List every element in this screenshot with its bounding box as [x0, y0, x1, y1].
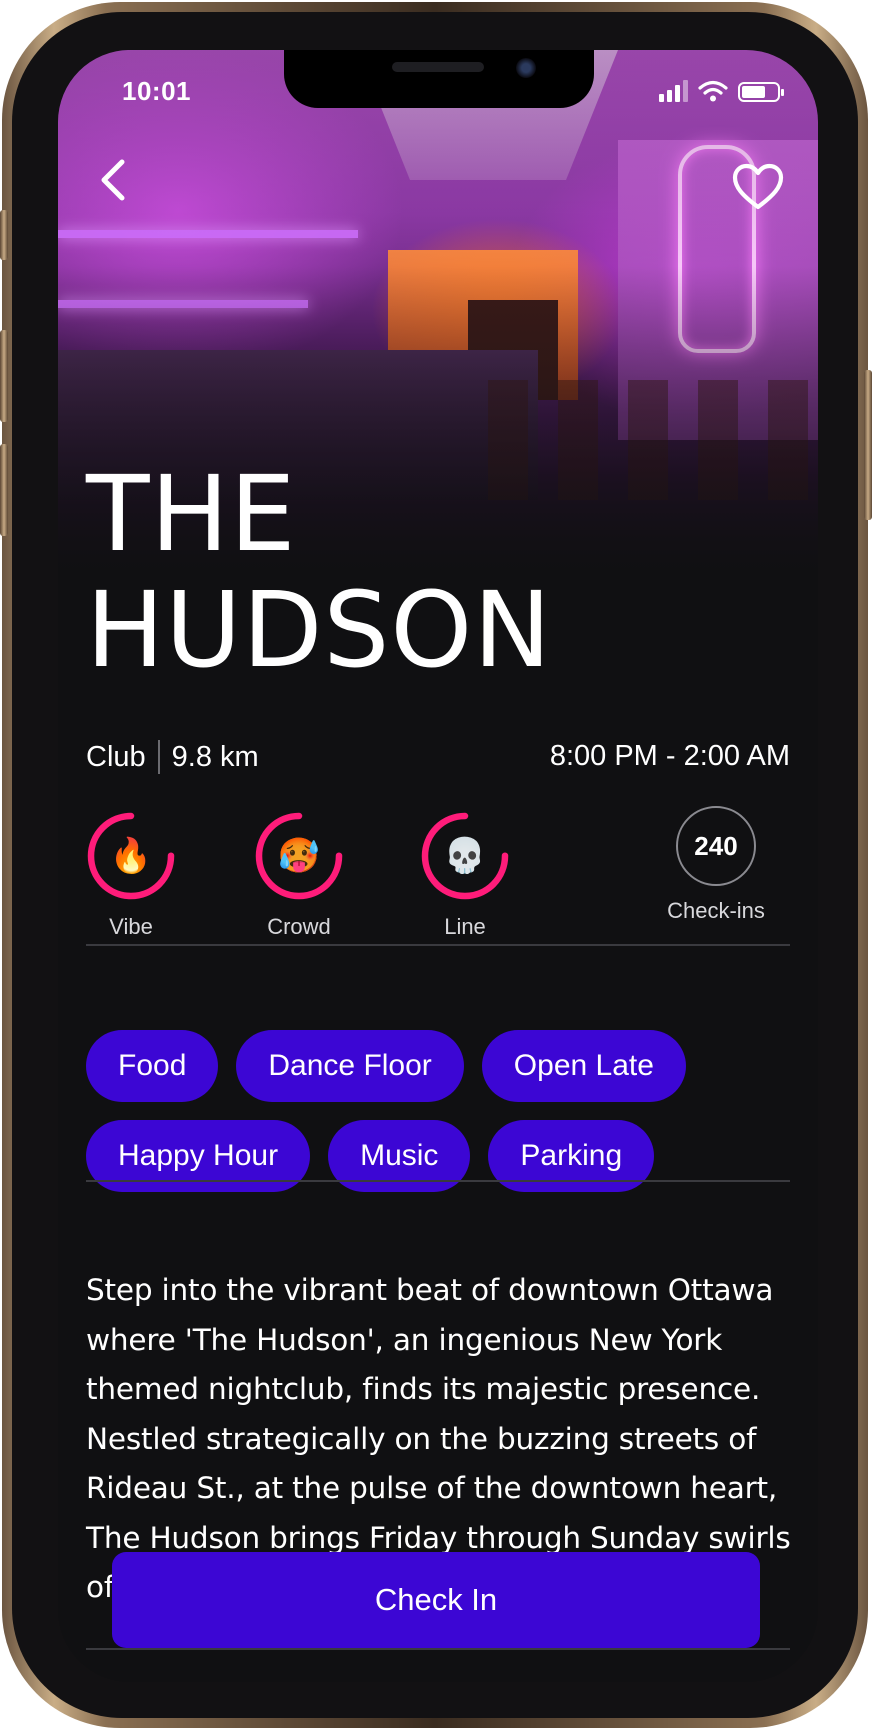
- checkins-count: 240: [676, 806, 756, 886]
- venue-title: THE HUDSON: [86, 456, 786, 688]
- checkins-label: Check-ins: [667, 898, 765, 923]
- status-icons: [659, 80, 784, 102]
- rating-label: Crowd: [267, 914, 331, 939]
- back-chevron-icon: [101, 159, 125, 201]
- tag-row: Food Dance Floor Open Late: [86, 1030, 806, 1102]
- meta-divider: [157, 740, 160, 774]
- skull-emoji-icon: 💀: [443, 837, 487, 875]
- check-in-button[interactable]: Check In: [112, 1552, 760, 1648]
- rating-ring: 🥵: [253, 810, 345, 902]
- notch: [284, 50, 594, 108]
- front-camera: [516, 58, 536, 78]
- section-divider: [86, 944, 790, 946]
- hot-face-emoji-icon: 🥵: [277, 837, 321, 875]
- venue-distance: 9.8 km: [171, 740, 259, 773]
- tag-food[interactable]: Food: [86, 1030, 219, 1102]
- speaker: [392, 62, 484, 72]
- venue-title-line1: THE: [86, 453, 297, 575]
- favorite-button[interactable]: [732, 162, 784, 214]
- venue-hours: 8:00 PM - 2:00 AM: [549, 740, 790, 772]
- cellular-signal-icon: [659, 80, 688, 102]
- wifi-icon: [698, 80, 728, 102]
- mute-switch: [0, 210, 8, 260]
- rating-crowd[interactable]: 🥵 Crowd: [244, 810, 354, 940]
- volume-down-button: [0, 444, 8, 536]
- tag-dance-floor[interactable]: Dance Floor: [236, 1030, 464, 1102]
- section-divider: [86, 1180, 790, 1182]
- power-button: [864, 370, 872, 520]
- section-divider: [86, 1648, 790, 1650]
- rating-line[interactable]: 💀 Line: [410, 810, 520, 940]
- venue-type: Club: [86, 740, 146, 773]
- amenity-tags: Food Dance Floor Open Late Happy Hour Mu…: [86, 1030, 806, 1210]
- checkins-counter: 240 Check-ins: [648, 806, 784, 924]
- fire-emoji-icon: 🔥: [109, 837, 153, 875]
- venue-title-line2: HUDSON: [86, 569, 553, 691]
- rating-label: Line: [444, 914, 486, 939]
- rating-label: Vibe: [109, 914, 153, 939]
- rating-vibe[interactable]: 🔥 Vibe: [76, 810, 186, 940]
- back-button[interactable]: [88, 154, 140, 206]
- venue-meta: Club 9.8 km 8:00 PM - 2:00 AM: [86, 740, 790, 780]
- volume-up-button: [0, 330, 8, 422]
- venue-type-distance: Club 9.8 km: [86, 740, 259, 774]
- app-screen: 10:01 THE HUDSON Club 9.8 km 8:00 PM - 2…: [58, 50, 818, 1682]
- tag-open-late[interactable]: Open Late: [481, 1030, 686, 1102]
- rating-ring: 💀: [419, 810, 511, 902]
- battery-icon: [738, 82, 784, 102]
- rating-ring: 🔥: [85, 810, 177, 902]
- heart-icon: [732, 163, 784, 210]
- status-time: 10:01: [122, 76, 191, 106]
